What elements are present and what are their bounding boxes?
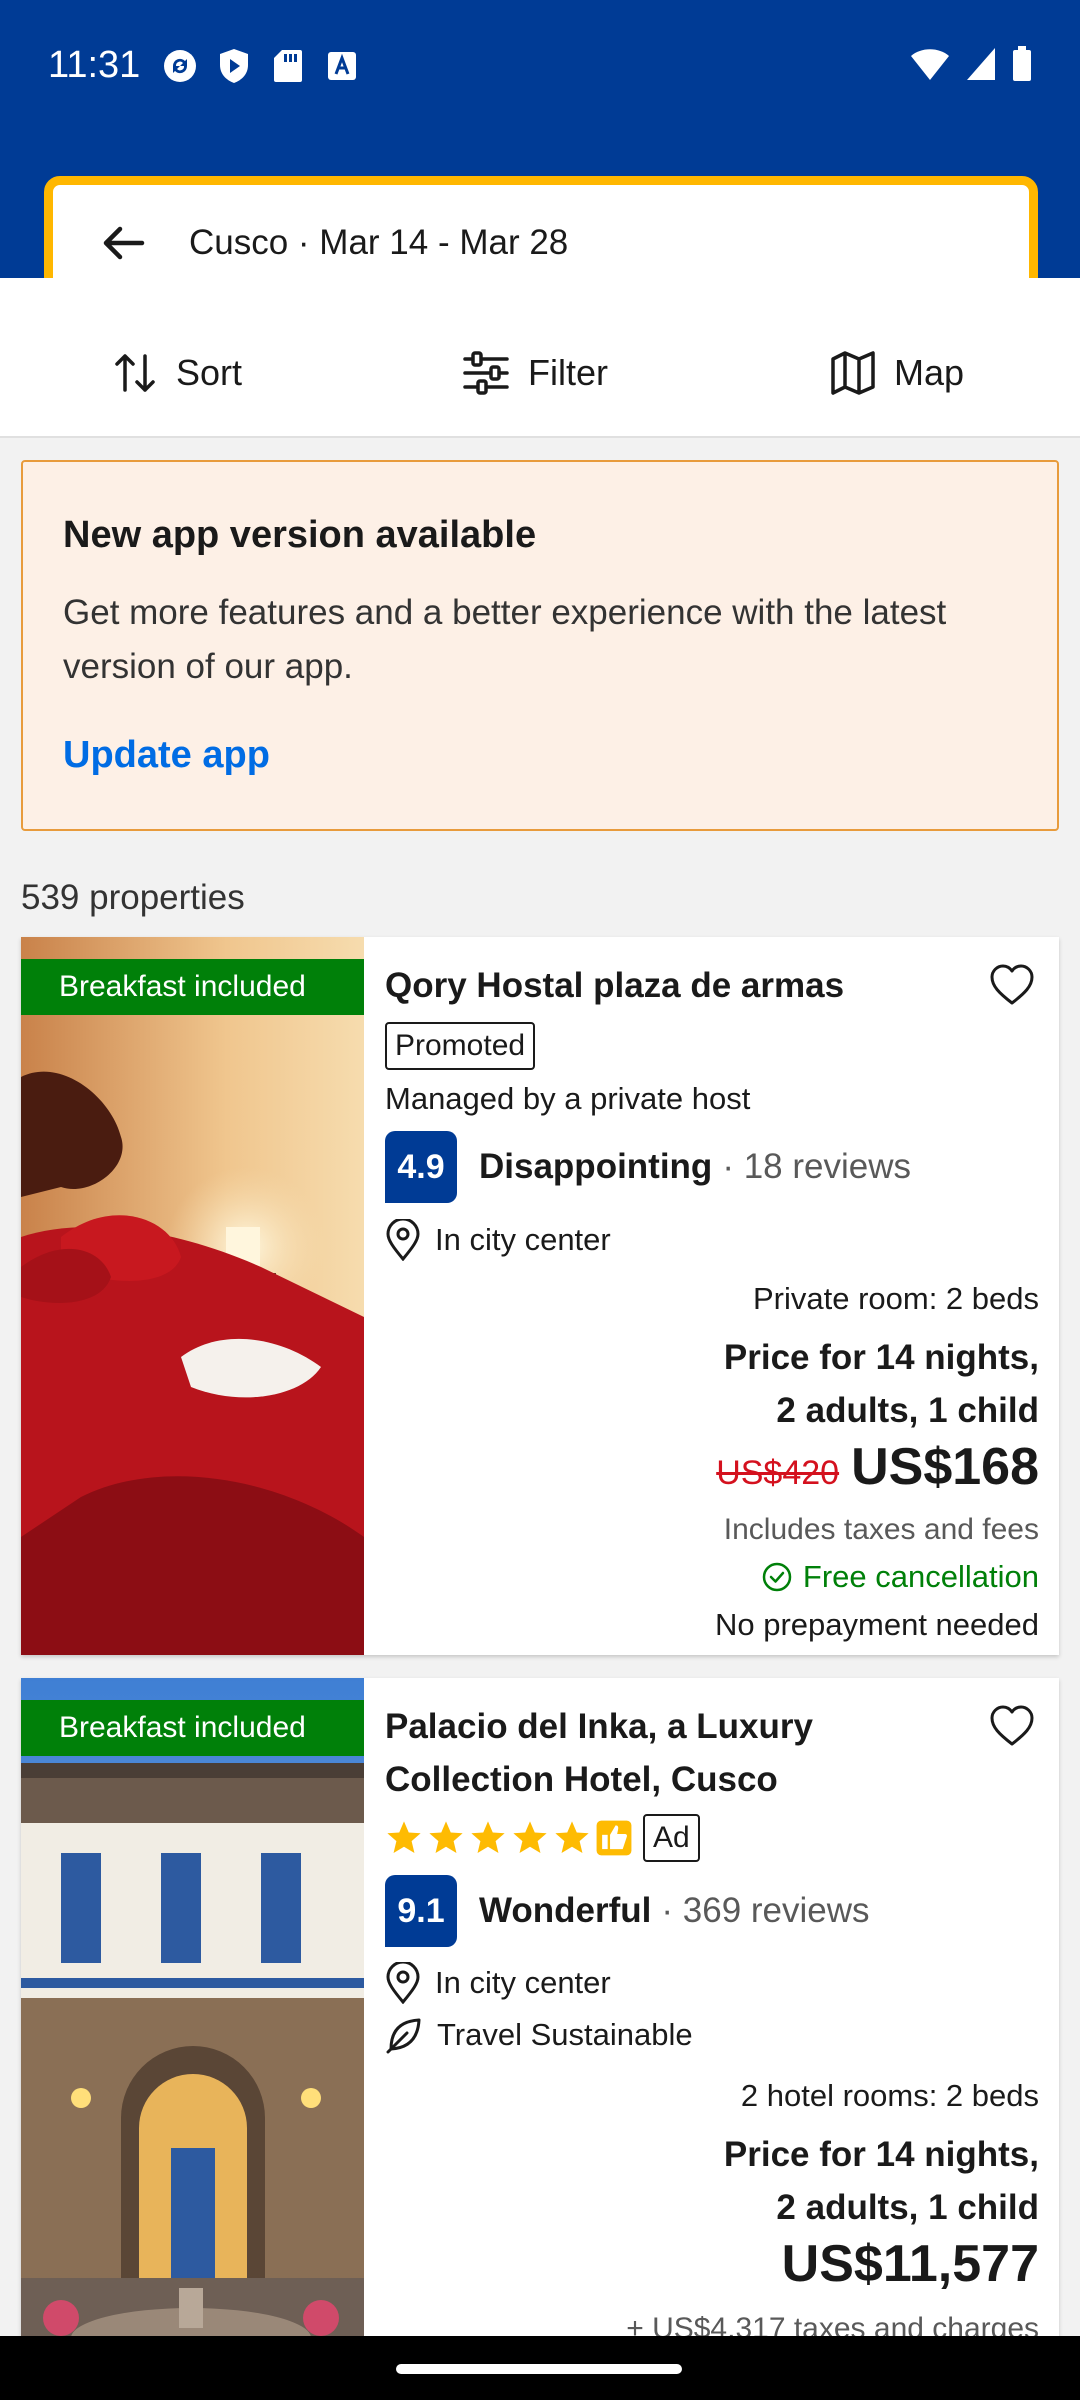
price-block: US$11,577 xyxy=(782,2234,1039,2294)
heart-icon xyxy=(990,1705,1034,1746)
promoted-badge: Promoted xyxy=(385,1022,536,1070)
wifi-icon xyxy=(910,47,950,86)
host-info: Managed by a private host xyxy=(385,1081,751,1116)
location-text: In city center xyxy=(435,1222,611,1257)
sustainable-row: Travel Sustainable xyxy=(385,2016,693,2054)
system-navigation-bar xyxy=(0,2336,1080,2400)
location-row: In city center xyxy=(385,1962,611,2004)
heart-icon xyxy=(990,964,1034,1005)
location-text: In city center xyxy=(435,1965,611,2000)
sustainable-text: Travel Sustainable xyxy=(437,2017,693,2052)
current-price: US$168 xyxy=(851,1438,1039,1496)
location-pin-icon xyxy=(386,1219,420,1261)
review-score: 9.1 xyxy=(385,1875,457,1947)
review-summary: 9.1 Wonderful · 369 reviews xyxy=(385,1875,870,1947)
search-summary-text: Cusco · Mar 14 - Mar 28 xyxy=(189,223,569,262)
update-app-link[interactable]: Update app xyxy=(63,734,270,777)
ad-badge: Ad xyxy=(643,1814,700,1862)
property-photo[interactable] xyxy=(21,937,364,1655)
map-button[interactable]: Map xyxy=(830,350,964,396)
star-icon xyxy=(387,1821,421,1854)
property-card[interactable]: Breakfast included Qory Hostal plaza de … xyxy=(21,937,1059,1655)
system-icons xyxy=(910,46,1032,87)
check-circle-icon xyxy=(762,1562,792,1592)
star-icon xyxy=(555,1821,589,1854)
battery-icon xyxy=(1012,46,1032,87)
price-block: US$420 US$168 xyxy=(716,1437,1039,1497)
map-icon xyxy=(831,351,875,395)
update-banner: New app version available Get more featu… xyxy=(21,460,1059,831)
review-score: 4.9 xyxy=(385,1131,457,1203)
no-prepayment: No prepayment needed xyxy=(714,1607,1039,1642)
free-cancellation-text: Free cancellation xyxy=(802,1559,1039,1594)
filter-icon xyxy=(463,351,509,395)
price-for-label: Price for 14 nights, 2 adults, 1 child xyxy=(723,1338,1039,1430)
breakfast-included-tag: Breakfast included xyxy=(21,1700,364,1756)
room-info: 2 hotel rooms: 2 beds xyxy=(740,2078,1039,2113)
home-gesture-handle[interactable] xyxy=(396,2364,682,2374)
property-photo[interactable] xyxy=(21,1678,364,2398)
original-price: US$420 xyxy=(716,1454,840,1492)
room-info: Private room: 2 beds xyxy=(752,1281,1039,1316)
property-info: Palacio del Inka, a Luxury Collection Ho… xyxy=(385,1678,1039,2398)
results-toolbar: Sort Filter Map xyxy=(0,278,1080,438)
banner-body: Get more features and a better experienc… xyxy=(63,593,947,686)
review-summary: 4.9 Disappointing · 18 reviews xyxy=(385,1131,911,1203)
results-count: 539 properties xyxy=(21,878,245,917)
review-count: · 369 reviews xyxy=(661,1891,870,1930)
save-favorite-button[interactable] xyxy=(989,963,1039,1013)
map-label: Map xyxy=(894,352,965,393)
review-word: Disappointing xyxy=(479,1147,713,1186)
back-button[interactable] xyxy=(93,213,153,273)
property-info: Qory Hostal plaza de armas Promoted Mana… xyxy=(385,937,1039,1655)
current-price: US$11,577 xyxy=(781,2235,1039,2293)
save-favorite-button[interactable] xyxy=(989,1704,1039,1754)
thumbs-up-icon xyxy=(596,1820,632,1856)
sort-label: Sort xyxy=(176,352,243,393)
status-bar: 11:31 xyxy=(0,0,1080,130)
star-icon xyxy=(429,1821,463,1854)
review-word: Wonderful xyxy=(479,1891,652,1930)
star-rating: Ad xyxy=(385,1814,700,1862)
status-time: 11:31 xyxy=(48,44,141,86)
notification-icons xyxy=(162,48,360,84)
sd-card-icon xyxy=(270,48,306,84)
leaf-icon xyxy=(386,2018,421,2054)
sort-button[interactable]: Sort xyxy=(112,350,242,396)
filter-label: Filter xyxy=(528,352,608,393)
star-icon xyxy=(513,1821,547,1854)
property-card[interactable]: Breakfast included Palacio del Inka, a L… xyxy=(21,1678,1059,2398)
taxes-note: Includes taxes and fees xyxy=(723,1513,1039,1546)
review-count: · 18 reviews xyxy=(722,1147,911,1186)
sort-icon xyxy=(115,354,155,392)
signal-icon xyxy=(966,47,996,86)
price-for-label: Price for 14 nights, 2 adults, 1 child xyxy=(723,2135,1039,2227)
property-name: Palacio del Inka, a Luxury Collection Ho… xyxy=(385,1707,813,1799)
property-name: Qory Hostal plaza de armas xyxy=(385,966,845,1005)
banner-title: New app version available xyxy=(63,514,537,556)
breakfast-included-tag: Breakfast included xyxy=(21,959,364,1015)
free-cancellation: Free cancellation xyxy=(761,1559,1039,1595)
location-row: In city center xyxy=(385,1219,611,1261)
filter-button[interactable]: Filter xyxy=(462,350,608,396)
shield-play-icon xyxy=(216,48,252,84)
font-a-icon xyxy=(324,48,360,84)
sync-icon xyxy=(162,48,198,84)
star-icon xyxy=(471,1821,505,1854)
location-pin-icon xyxy=(386,1962,420,2004)
arrow-left-icon xyxy=(103,226,145,260)
